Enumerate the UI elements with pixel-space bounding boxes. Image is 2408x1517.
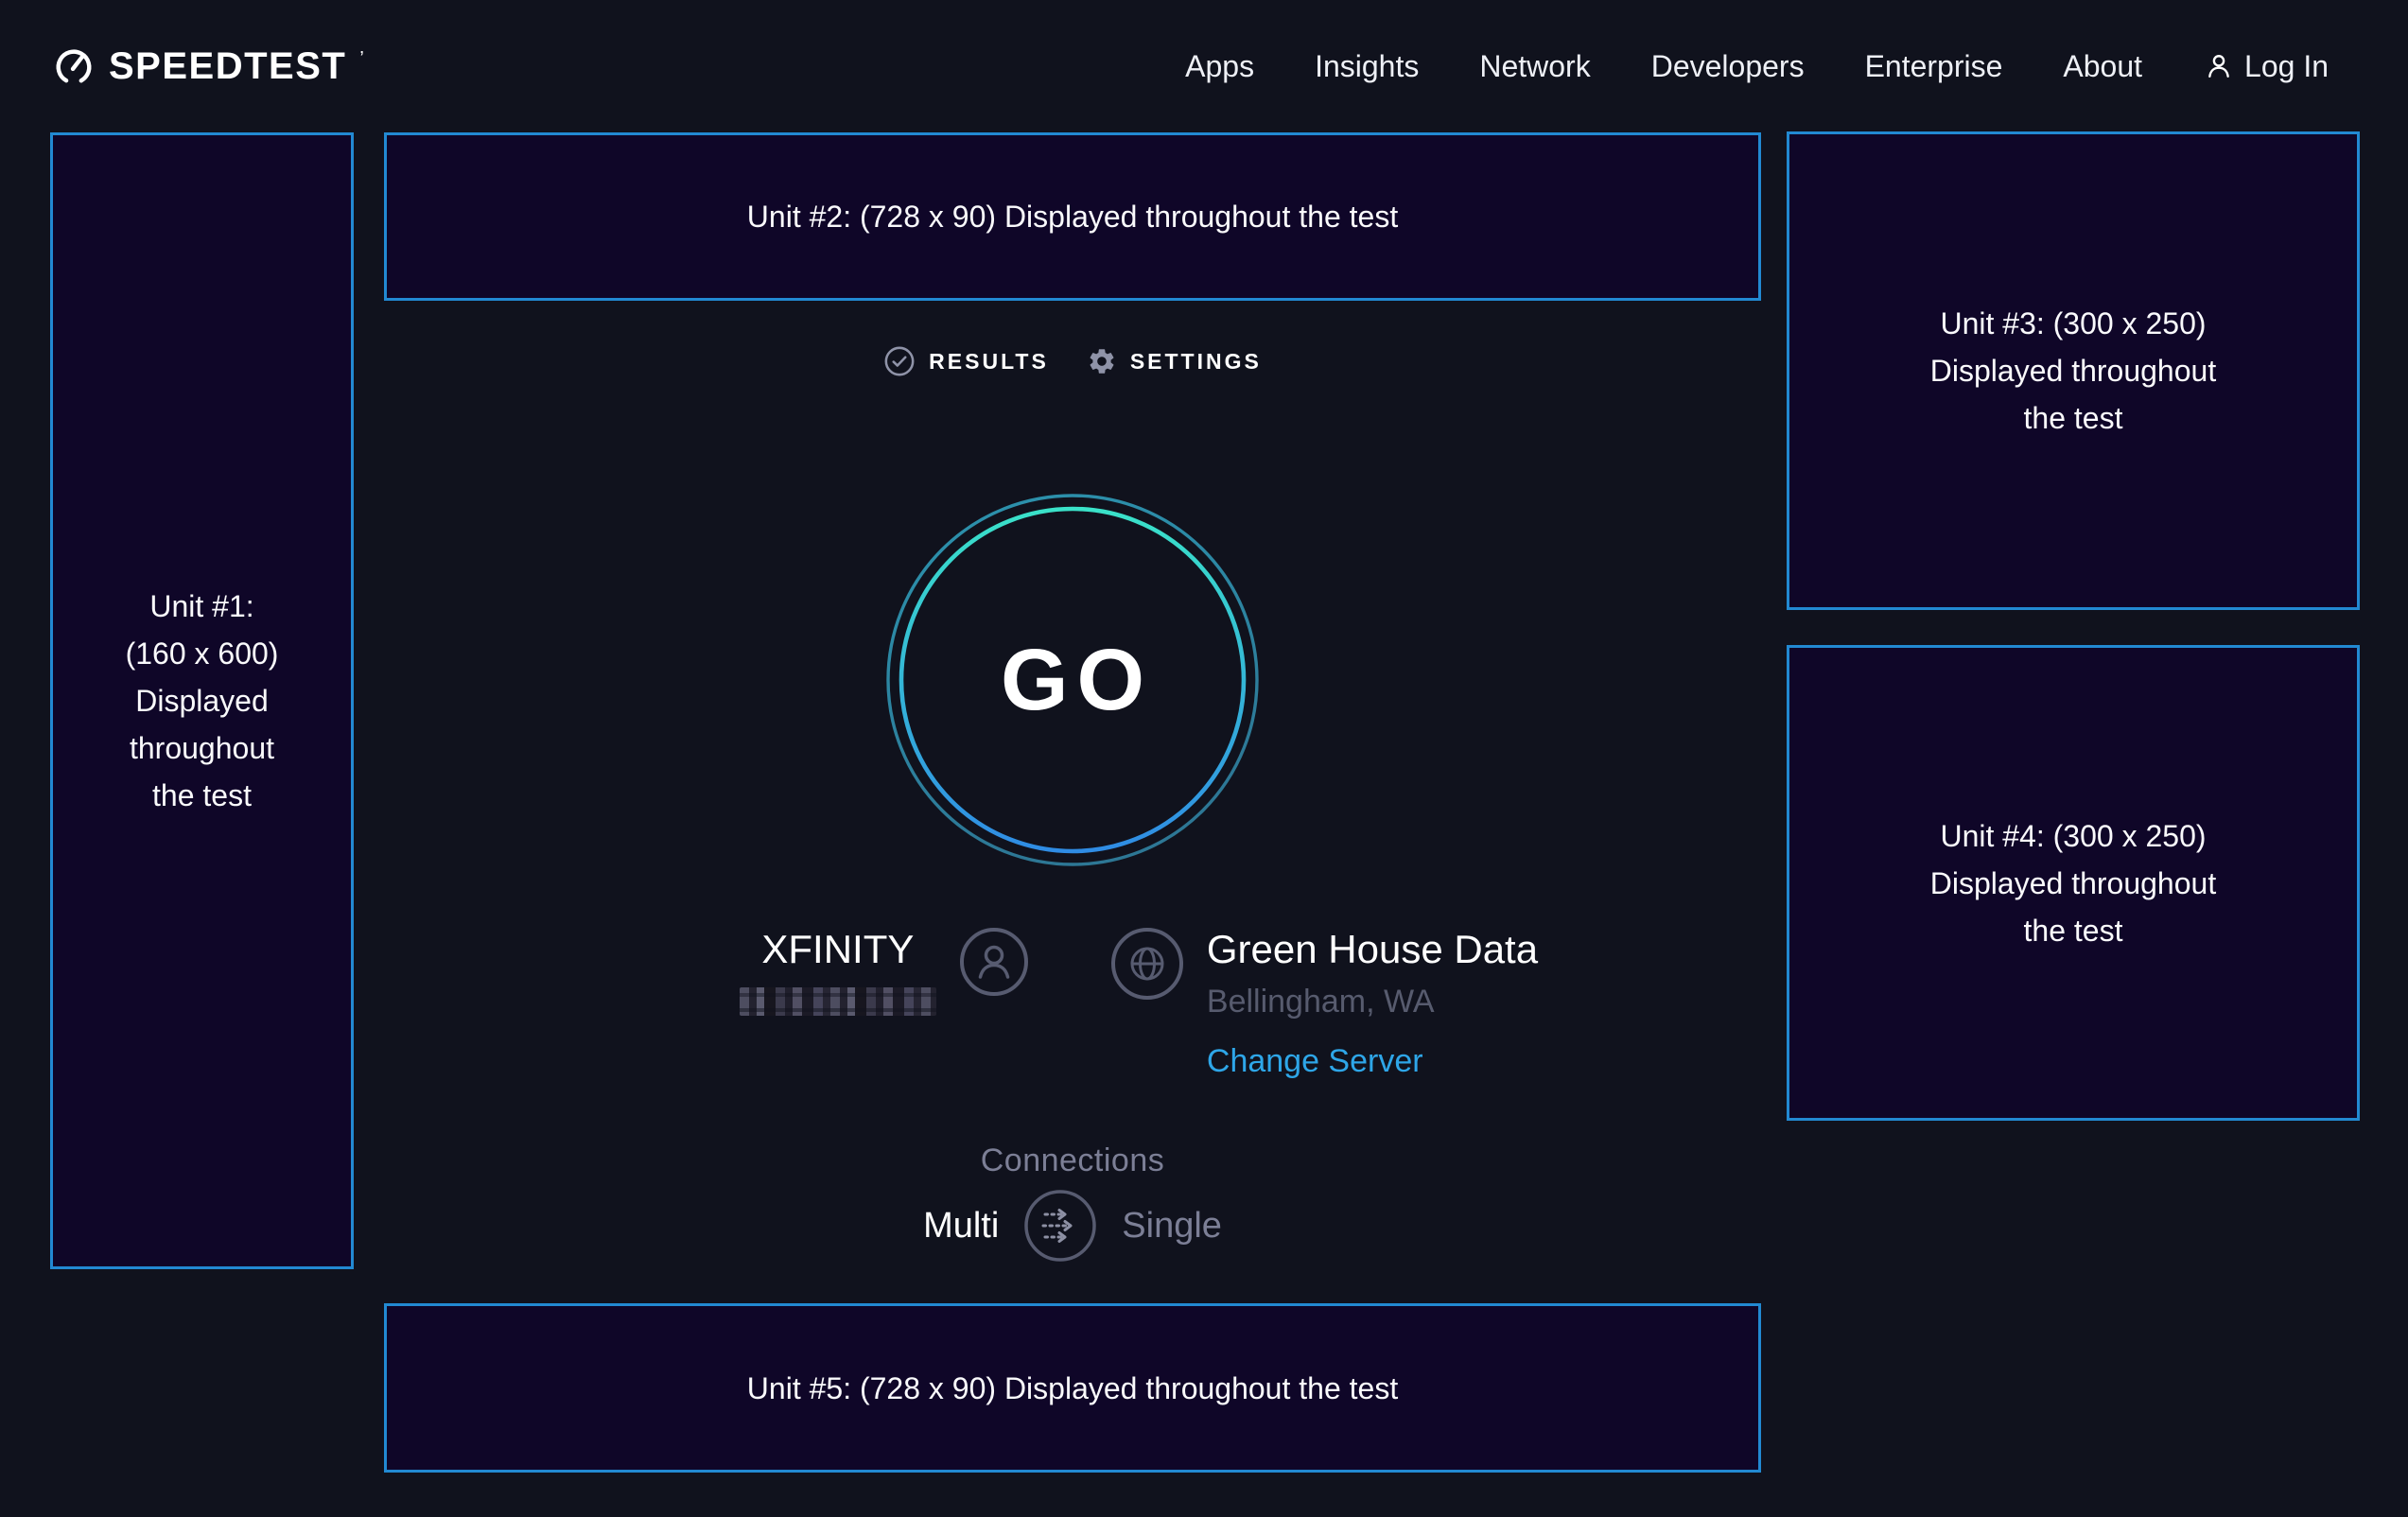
change-server-link[interactable]: Change Server <box>1207 1043 1538 1080</box>
server-provider: Green House Data <box>1207 927 1538 972</box>
ad-text: Displayed throughout <box>1930 347 2216 394</box>
ad-text: the test <box>152 772 252 819</box>
globe-icon <box>1110 927 1184 1001</box>
tab-results[interactable]: RESULTS <box>883 345 1049 377</box>
tab-results-label: RESULTS <box>929 349 1049 375</box>
login-label: Log In <box>2244 49 2329 84</box>
isp-server-row: XFINITY Green House Data <box>736 927 1538 1080</box>
nav-enterprise[interactable]: Enterprise <box>1865 49 2003 84</box>
check-circle-icon <box>883 345 916 377</box>
server-block: Green House Data Bellingham, WA Change S… <box>1207 927 1538 1080</box>
ad-text: Displayed <box>135 677 269 724</box>
ad-unit-4[interactable]: Unit #4: (300 x 250) Displayed throughou… <box>1787 645 2360 1121</box>
top-nav: SPEEDTEST ’ Apps Insights Network Develo… <box>0 0 2408 132</box>
speedtest-page: SPEEDTEST ’ Apps Insights Network Develo… <box>0 0 2408 1517</box>
ad-text: Unit #4: (300 x 250) <box>1940 812 2206 860</box>
main-nav: Apps Insights Network Developers Enterpr… <box>1185 49 2329 84</box>
logo[interactable]: SPEEDTEST ’ <box>52 44 364 88</box>
ad-text: Unit #5: (728 x 90) Displayed throughout… <box>747 1365 1398 1412</box>
ad-unit-2[interactable]: Unit #2: (728 x 90) Displayed throughout… <box>384 132 1761 301</box>
speedometer-logo-icon <box>52 44 96 88</box>
connections-label: Connections <box>981 1142 1165 1179</box>
connections-multi-option[interactable]: Multi <box>923 1206 999 1247</box>
tabs-row: RESULTS SETTINGS <box>883 342 1262 380</box>
gear-icon <box>1087 346 1117 376</box>
ad-text: throughout <box>130 724 274 772</box>
go-button-label: GO <box>886 494 1259 866</box>
connections-single-option[interactable]: Single <box>1122 1206 1222 1247</box>
user-icon <box>2203 50 2235 82</box>
nav-insights[interactable]: Insights <box>1315 49 1419 84</box>
ad-text: Displayed throughout <box>1930 860 2216 907</box>
login-button[interactable]: Log In <box>2203 49 2329 84</box>
connections-toggle-row: Multi Single <box>923 1189 1222 1263</box>
ad-text: Unit #3: (300 x 250) <box>1940 300 2206 347</box>
ad-text: Unit #2: (728 x 90) Displayed throughout… <box>747 193 1398 240</box>
ad-unit-3[interactable]: Unit #3: (300 x 250) Displayed throughou… <box>1787 131 2360 610</box>
logo-text: SPEEDTEST <box>109 45 346 88</box>
server-location: Bellingham, WA <box>1207 984 1538 1020</box>
tab-settings[interactable]: SETTINGS <box>1087 346 1262 376</box>
ad-text: the test <box>2024 907 2123 954</box>
ad-text: Unit #1: <box>149 583 253 630</box>
ad-text: the test <box>2024 394 2123 442</box>
isp-block: XFINITY <box>736 927 940 1016</box>
speedtest-main: RESULTS SETTINGS <box>384 300 1761 1263</box>
connections-section: Connections Multi <box>923 1142 1222 1263</box>
ad-text: (160 x 600) <box>126 630 279 677</box>
connections-toggle-icon[interactable] <box>1023 1189 1097 1263</box>
logo-trademark: ’ <box>359 48 363 70</box>
nav-developers[interactable]: Developers <box>1651 49 1805 84</box>
nav-apps[interactable]: Apps <box>1185 49 1254 84</box>
tab-settings-label: SETTINGS <box>1130 349 1262 375</box>
user-avatar-icon <box>959 927 1029 997</box>
go-button[interactable]: GO <box>886 494 1259 866</box>
ad-unit-1[interactable]: Unit #1: (160 x 600) Displayed throughou… <box>50 132 354 1269</box>
nav-network[interactable]: Network <box>1479 49 1590 84</box>
nav-about[interactable]: About <box>2063 49 2142 84</box>
redacted-ip <box>740 987 936 1016</box>
ad-unit-5[interactable]: Unit #5: (728 x 90) Displayed throughout… <box>384 1303 1761 1473</box>
isp-name: XFINITY <box>736 927 940 972</box>
